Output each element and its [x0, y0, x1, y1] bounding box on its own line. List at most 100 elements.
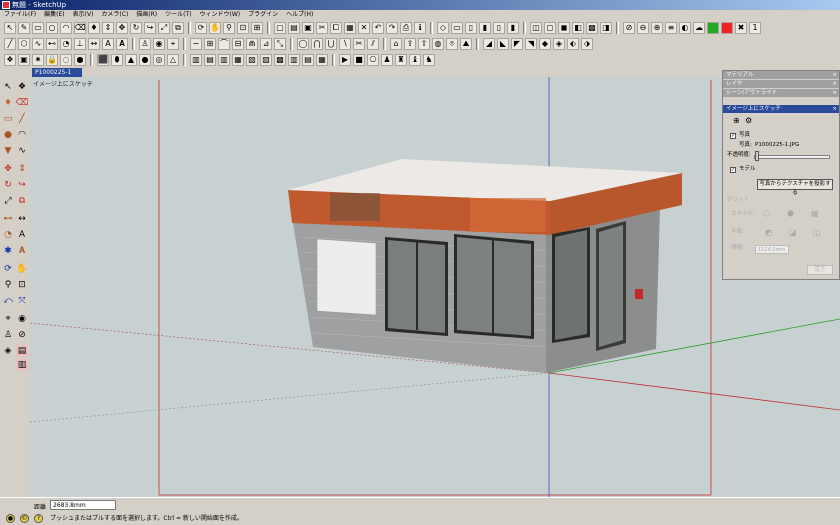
move-icon[interactable]: ✥ — [116, 22, 128, 34]
rectangle-icon[interactable]: ▭ — [2, 113, 14, 125]
polygon-icon[interactable]: ⬡ — [18, 38, 30, 50]
walk-icon[interactable]: ♙ — [139, 38, 151, 50]
photo-checkbox[interactable]: ✓ — [730, 133, 736, 139]
tray-outliner-title[interactable]: シーン/アウトライナ × — [723, 89, 839, 97]
union-icon[interactable]: ⋃ — [325, 38, 337, 50]
photo-texture-2-icon[interactable]: ▥ — [16, 359, 28, 371]
project-texture-button[interactable]: 写真からテクスチャを投影する — [757, 179, 833, 196]
window-frame-8-icon[interactable]: ▥ — [288, 54, 300, 66]
iso-view-icon[interactable]: ◇ — [437, 22, 449, 34]
select-icon[interactable]: ↖ — [4, 22, 16, 34]
offset-icon[interactable]: ⧉ — [172, 22, 184, 34]
paste-icon[interactable]: ▦ — [344, 22, 356, 34]
sandbox-stamp-icon[interactable]: ⊟ — [232, 38, 244, 50]
window-frame-9-icon[interactable]: ▤ — [302, 54, 314, 66]
zoom-extents-icon[interactable]: ⊞ — [251, 22, 263, 34]
eraser-icon[interactable]: ⌫ — [16, 97, 29, 109]
sandbox-scratch-icon[interactable]: ⊞ — [204, 38, 216, 50]
done-button[interactable]: 完了 — [807, 265, 833, 275]
menu-draw[interactable]: 描画(R) — [132, 10, 161, 19]
scene-tab[interactable]: P1000225-1 (2D) — [32, 68, 82, 85]
position-camera-icon[interactable]: ⌖ — [2, 313, 14, 325]
toggle-terrain-icon[interactable]: ⛰ — [460, 38, 472, 50]
style-6-icon[interactable]: ◈ — [553, 38, 565, 50]
window-frame-4-icon[interactable]: ▦ — [232, 54, 244, 66]
green-material-icon[interactable] — [707, 22, 719, 34]
offset-icon[interactable]: ⧉ — [16, 195, 28, 207]
grid-style-1-icon[interactable]: ⬡ — [763, 210, 770, 218]
model-checkbox[interactable]: ✓ — [730, 167, 736, 173]
tray-photo-title[interactable]: イメージ上にスケッチ × — [723, 105, 839, 113]
component-icon[interactable]: ❖ — [4, 54, 16, 66]
menu-plugins[interactable]: プラグイン — [244, 10, 282, 19]
3d-text-icon[interactable]: 𝐀 — [16, 245, 28, 257]
geolocation-icon[interactable]: ● — [6, 514, 15, 523]
play-icon[interactable]: ▶ — [339, 54, 351, 66]
protractor-icon[interactable]: ◔ — [60, 38, 72, 50]
add-match-photo-icon[interactable]: ⊕ — [733, 117, 740, 125]
zoom-window-icon[interactable]: ⊡ — [16, 279, 28, 291]
walk-icon[interactable]: ♙ — [2, 329, 14, 341]
grid-style-3-icon[interactable]: ▦ — [811, 210, 819, 218]
menu-tools[interactable]: ツール(T) — [161, 10, 195, 19]
freehand-icon[interactable]: ∿ — [16, 145, 28, 157]
split-icon[interactable]: ⫽ — [367, 38, 379, 50]
box-icon[interactable]: ⬛ — [97, 54, 109, 66]
style-8-icon[interactable]: ⬗ — [581, 38, 593, 50]
figure-3-icon[interactable]: ♝ — [409, 54, 421, 66]
style-7-icon[interactable]: ⬖ — [567, 38, 579, 50]
arc-icon[interactable]: ◠ — [16, 129, 28, 141]
camera-icon[interactable]: ⎔ — [367, 54, 379, 66]
zoom-icon[interactable]: ⚲ — [223, 22, 235, 34]
zoom-window-icon[interactable]: ⊡ — [237, 22, 249, 34]
follow-me-icon[interactable]: ↪ — [144, 22, 156, 34]
add-location-icon[interactable]: ⌾ — [446, 38, 458, 50]
print-icon[interactable]: ⎙ — [400, 22, 412, 34]
close-icon[interactable]: × — [832, 80, 837, 88]
redo-icon[interactable]: ↷ — [386, 22, 398, 34]
section-display-icon[interactable]: ⊖ — [637, 22, 649, 34]
front-view-icon[interactable]: ▯ — [465, 22, 477, 34]
figure-1-icon[interactable]: ♟ — [381, 54, 393, 66]
cut-icon[interactable]: ✂ — [316, 22, 328, 34]
pencil-icon[interactable]: ✎ — [18, 22, 30, 34]
group-icon[interactable]: ▣ — [18, 54, 30, 66]
plane-3-icon[interactable]: ◫ — [813, 229, 821, 237]
figure-4-icon[interactable]: ♞ — [423, 54, 435, 66]
protractor-icon[interactable]: ◔ — [2, 229, 14, 241]
tape-measure-icon[interactable]: ⊷ — [46, 38, 58, 50]
line-icon[interactable]: ╱ — [16, 113, 28, 125]
share-component-icon[interactable]: ⇧ — [418, 38, 430, 50]
circle-icon[interactable]: ○ — [46, 22, 58, 34]
window-frame-2-icon[interactable]: ▤ — [204, 54, 216, 66]
move-icon[interactable]: ✥ — [2, 163, 14, 175]
position-camera-icon[interactable]: ⌖ — [167, 38, 179, 50]
hidden-line-icon[interactable]: ◼ — [558, 22, 570, 34]
figure-2-icon[interactable]: ♜ — [395, 54, 407, 66]
menu-file[interactable]: ファイル(F) — [0, 10, 40, 19]
window-frame-1-icon[interactable]: ▥ — [190, 54, 202, 66]
grid-style-2-icon[interactable]: ⬢ — [787, 210, 794, 218]
circle-icon[interactable]: ● — [2, 129, 14, 141]
menu-camera[interactable]: カメラ(C) — [97, 10, 132, 19]
subtract-icon[interactable]: ∖ — [339, 38, 351, 50]
top-view-icon[interactable]: ▭ — [451, 22, 463, 34]
right-view-icon[interactable]: ▮ — [479, 22, 491, 34]
dimension-icon[interactable]: ↔ — [88, 38, 100, 50]
xray-icon[interactable]: ◫ — [530, 22, 542, 34]
sandbox-detail-icon[interactable]: ⊿ — [260, 38, 272, 50]
left-view-icon[interactable]: ▮ — [507, 22, 519, 34]
menu-view[interactable]: 表示(V) — [69, 10, 98, 19]
component-icon[interactable]: ❖ — [16, 81, 28, 93]
close-icon[interactable]: × — [832, 89, 837, 97]
text-icon[interactable]: A — [102, 38, 114, 50]
zoom-extents-icon[interactable]: ⤧ — [16, 295, 28, 307]
trim-icon[interactable]: ✂ — [353, 38, 365, 50]
copy-icon[interactable]: ⧠ — [330, 22, 342, 34]
one-icon[interactable]: 1 — [749, 22, 761, 34]
line-icon[interactable]: ╱ — [4, 38, 16, 50]
intersect-icon[interactable]: ⋂ — [311, 38, 323, 50]
freehand-icon[interactable]: ∿ — [32, 38, 44, 50]
zoom-icon[interactable]: ⚲ — [2, 279, 14, 291]
solid-icon[interactable]: ● — [74, 54, 86, 66]
